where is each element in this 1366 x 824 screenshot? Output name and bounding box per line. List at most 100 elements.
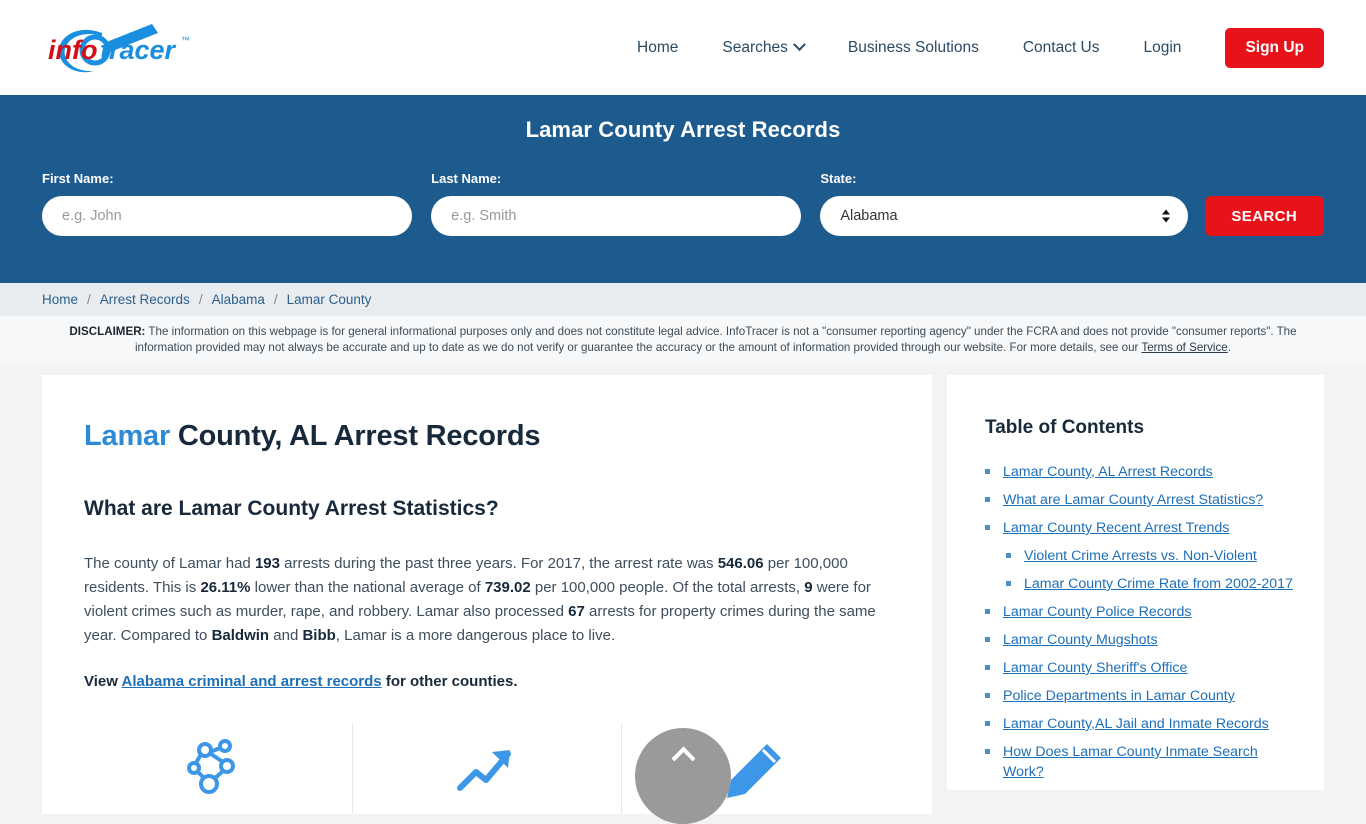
toc-subitem[interactable]: Lamar County Crime Rate from 2002-2017 bbox=[985, 574, 1296, 594]
search-banner: Lamar County Arrest Records First Name: … bbox=[0, 95, 1366, 283]
first-name-group: First Name: bbox=[42, 171, 413, 236]
svg-text:info: info bbox=[48, 35, 97, 65]
compare-county-bibb: Bibb bbox=[302, 627, 336, 644]
bullet-icon bbox=[1006, 553, 1011, 558]
breadcrumb-item-lamar-county[interactable]: Lamar County bbox=[287, 292, 372, 307]
chevron-down-icon bbox=[792, 38, 806, 52]
svg-text:™: ™ bbox=[181, 35, 190, 45]
toc-link[interactable]: How Does Lamar County Inmate Search Work… bbox=[1003, 742, 1296, 782]
breadcrumb-item-arrest-records[interactable]: Arrest Records bbox=[100, 292, 190, 307]
page-title-rest: County, AL Arrest Records bbox=[170, 420, 541, 452]
toc-item[interactable]: Police Departments in Lamar County bbox=[985, 686, 1296, 706]
view-suffix: for other counties. bbox=[381, 673, 518, 690]
feature-cell-2 bbox=[353, 724, 622, 814]
p-text: arrests during the past three years. For… bbox=[279, 555, 718, 572]
nav-item-contact-us[interactable]: Contact Us bbox=[1001, 39, 1122, 57]
bullet-icon bbox=[985, 609, 990, 614]
bullet-icon bbox=[985, 721, 990, 726]
toc-item[interactable]: Lamar County Sheriff's Office bbox=[985, 658, 1296, 678]
breadcrumb-separator: / bbox=[273, 292, 278, 307]
bullet-icon bbox=[985, 637, 990, 642]
toc-list: Lamar County, AL Arrest Records What are… bbox=[985, 462, 1296, 782]
state-select[interactable]: Alabama bbox=[820, 196, 1188, 236]
toc-item[interactable]: Lamar County Police Records bbox=[985, 602, 1296, 622]
toc-link[interactable]: Violent Crime Arrests vs. Non-Violent bbox=[1024, 546, 1257, 566]
toc-item[interactable]: How Does Lamar County Inmate Search Work… bbox=[985, 742, 1296, 782]
bullet-icon bbox=[1006, 581, 1011, 586]
toc-link[interactable]: Lamar County Crime Rate from 2002-2017 bbox=[1024, 574, 1293, 594]
last-name-group: Last Name: bbox=[431, 171, 802, 236]
stat-total-arrests: 193 bbox=[254, 555, 280, 572]
p-text: , Lamar is a more dangerous place to liv… bbox=[335, 627, 616, 644]
statistics-paragraph: The county of Lamar had 193 arrests duri… bbox=[84, 552, 890, 648]
search-form: First Name: Last Name: State: Alabama SE… bbox=[42, 171, 1324, 236]
toc-item[interactable]: Lamar County Mugshots bbox=[985, 630, 1296, 650]
breadcrumb-separator: / bbox=[198, 292, 203, 307]
infotracer-logo[interactable]: info tracer ™ bbox=[40, 18, 210, 78]
stat-percent-lower: 26.11% bbox=[200, 579, 251, 596]
disclaimer-text: The information on this webpage is for g… bbox=[134, 325, 1297, 354]
logo-icon: info tracer ™ bbox=[48, 23, 190, 72]
main-navigation: Home Searches Business Solutions Contact… bbox=[615, 27, 1324, 68]
chevron-up-icon bbox=[670, 746, 696, 771]
toc-link[interactable]: Lamar County Police Records bbox=[1003, 602, 1191, 622]
stat-arrest-rate: 546.06 bbox=[717, 555, 764, 572]
nav-item-login[interactable]: Login bbox=[1122, 39, 1204, 57]
last-name-input[interactable] bbox=[431, 196, 802, 236]
scroll-to-top-button[interactable] bbox=[635, 728, 731, 824]
toc-link[interactable]: Lamar County Recent Arrest Trends bbox=[1003, 518, 1229, 538]
last-name-label: Last Name: bbox=[431, 171, 502, 186]
toc-link[interactable]: Lamar County Sheriff's Office bbox=[1003, 658, 1187, 678]
nav-item-business-solutions[interactable]: Business Solutions bbox=[826, 39, 1001, 57]
stat-property-count: 67 bbox=[568, 603, 585, 620]
bullet-icon bbox=[985, 665, 990, 670]
bullet-icon bbox=[985, 525, 990, 530]
nav-label: Business Solutions bbox=[847, 38, 979, 56]
nav-item-home[interactable]: Home bbox=[615, 39, 700, 57]
feature-cell-1 bbox=[84, 724, 353, 814]
state-label: State: bbox=[820, 171, 857, 186]
toc-item[interactable]: Lamar County Recent Arrest Trends bbox=[985, 518, 1296, 538]
terms-of-service-link[interactable]: Terms of Service bbox=[1141, 341, 1227, 354]
nav-label: Searches bbox=[722, 38, 788, 56]
toc-link[interactable]: Lamar County, AL Arrest Records bbox=[1003, 462, 1213, 482]
search-button[interactable]: SEARCH bbox=[1204, 196, 1324, 236]
nav-label: Login bbox=[1143, 38, 1182, 56]
stat-national-average: 739.02 bbox=[484, 579, 531, 596]
nav-label: Contact Us bbox=[1022, 38, 1100, 56]
breadcrumb: Home / Arrest Records / Alabama / Lamar … bbox=[0, 283, 1366, 316]
stat-violent-count: 9 bbox=[804, 579, 813, 596]
feature-icon-strip bbox=[84, 724, 890, 814]
toc-subitem[interactable]: Violent Crime Arrests vs. Non-Violent bbox=[985, 546, 1296, 566]
toc-link[interactable]: Lamar County,AL Jail and Inmate Records bbox=[1003, 714, 1269, 734]
toc-item[interactable]: Lamar County,AL Jail and Inmate Records bbox=[985, 714, 1296, 734]
state-group: State: Alabama bbox=[820, 171, 1188, 236]
toc-link[interactable]: Police Departments in Lamar County bbox=[1003, 686, 1235, 706]
svg-text:tracer: tracer bbox=[100, 35, 177, 65]
toc-item[interactable]: Lamar County, AL Arrest Records bbox=[985, 462, 1296, 482]
p-text: per 100,000 people. Of the total arrests… bbox=[530, 579, 805, 596]
toc-link[interactable]: What are Lamar County Arrest Statistics? bbox=[1003, 490, 1263, 510]
sign-up-button[interactable]: Sign Up bbox=[1225, 27, 1324, 68]
breadcrumb-item-home[interactable]: Home bbox=[42, 292, 78, 307]
breadcrumb-item-alabama[interactable]: Alabama bbox=[212, 292, 265, 307]
toc-title: Table of Contents bbox=[985, 417, 1145, 438]
breadcrumb-separator: / bbox=[87, 292, 91, 307]
p-text: and bbox=[269, 627, 303, 644]
page-title-highlight: Lamar bbox=[84, 420, 171, 452]
disclaimer-banner: DISCLAIMER: The information on this webp… bbox=[0, 316, 1366, 365]
view-prefix: View bbox=[84, 673, 122, 690]
bullet-icon bbox=[985, 497, 990, 502]
banner-title: Lamar County Arrest Records bbox=[525, 117, 841, 142]
toc-item[interactable]: What are Lamar County Arrest Statistics? bbox=[985, 490, 1296, 510]
first-name-input[interactable] bbox=[42, 196, 413, 236]
bullet-icon bbox=[985, 469, 990, 474]
compare-county-baldwin: Baldwin bbox=[211, 627, 270, 644]
site-header: info tracer ™ Home Searches Business Sol… bbox=[0, 0, 1366, 95]
bullet-icon bbox=[985, 749, 990, 754]
main-content-panel: Lamar County, AL Arrest Records What are… bbox=[42, 375, 932, 814]
nav-item-searches[interactable]: Searches bbox=[700, 38, 825, 57]
toc-link[interactable]: Lamar County Mugshots bbox=[1003, 630, 1158, 650]
alabama-records-link[interactable]: Alabama criminal and arrest records bbox=[122, 673, 382, 690]
first-name-label: First Name: bbox=[42, 171, 114, 186]
